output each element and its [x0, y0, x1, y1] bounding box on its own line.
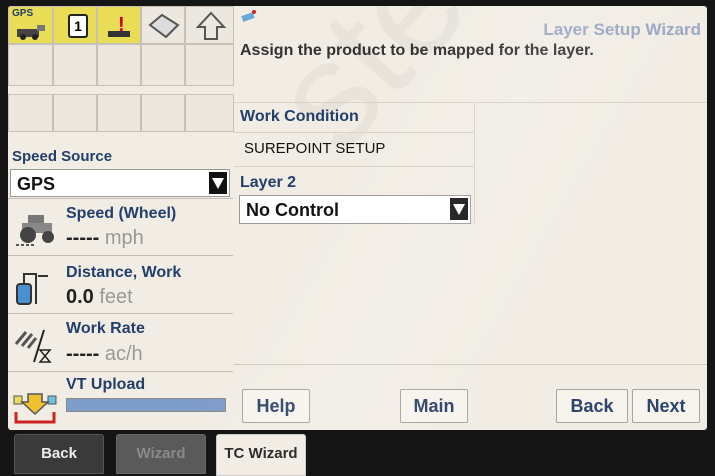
- vt-upload-progress: [66, 398, 226, 412]
- work-rate-unit: ac/h: [104, 343, 143, 365]
- section-control-status[interactable]: 1: [53, 6, 97, 44]
- speed-source-select[interactable]: GPS: [10, 169, 230, 197]
- work-condition-label: Work Condition: [240, 108, 359, 125]
- status-slot: [97, 94, 141, 132]
- status-slot: [97, 44, 141, 86]
- work-condition-header: Work Condition: [234, 103, 474, 133]
- soft-tab-tc-wizard[interactable]: TC Wizard: [216, 434, 306, 476]
- speed-value: -----: [66, 227, 100, 249]
- work-rate-title: Work Rate: [66, 320, 145, 337]
- distance-tile[interactable]: Distance, Work 0.0 feet: [8, 255, 233, 313]
- soft-tab-wizard[interactable]: Wizard: [116, 434, 206, 474]
- wizard-title: Layer Setup Wizard: [543, 20, 701, 39]
- gps-label: GPS: [12, 8, 34, 19]
- tractor-icon: [16, 215, 54, 246]
- section-count: 1: [68, 14, 88, 38]
- dropdown-arrow-icon: [209, 172, 227, 194]
- vt-upload-tile[interactable]: VT Upload: [8, 371, 233, 430]
- distance-readout: 0.0 feet: [66, 286, 133, 309]
- alarm-icon: !: [108, 14, 130, 37]
- button-bar-divider: [234, 364, 707, 365]
- layer-product-value: No Control: [246, 200, 339, 220]
- gps-satellite-icon: [17, 25, 45, 40]
- work-rate-readout: ----- ac/h: [66, 343, 143, 366]
- work-condition-value: SUREPOINT SETUP: [244, 140, 386, 157]
- vt-upload-title: VT Upload: [66, 376, 146, 393]
- layer-product-select[interactable]: No Control: [239, 195, 471, 224]
- main-button[interactable]: Main: [400, 389, 468, 423]
- layer-label: Layer 2: [240, 174, 297, 191]
- work-condition-row[interactable]: SUREPOINT SETUP: [234, 133, 474, 167]
- distance-title: Distance, Work: [66, 264, 182, 281]
- distance-unit: feet: [99, 286, 133, 308]
- work-rate-tile[interactable]: Work Rate ----- ac/h: [8, 313, 233, 371]
- work-rate-value: -----: [66, 343, 100, 365]
- distance-icon: [16, 273, 48, 305]
- status-slot: [53, 44, 97, 86]
- field-column-divider: [474, 103, 475, 223]
- status-slot: [185, 44, 234, 86]
- tag-status[interactable]: [141, 6, 185, 44]
- terminal-screen: stems GPS 1 ! Speed Source: [8, 6, 707, 430]
- speed-source-label: Speed Source: [12, 148, 113, 165]
- speed-source-value: GPS: [17, 174, 56, 194]
- gps-status[interactable]: GPS: [8, 6, 53, 44]
- tag-icon: [148, 13, 180, 39]
- help-button[interactable]: Help: [242, 389, 310, 423]
- next-button[interactable]: Next: [632, 389, 700, 423]
- upload-icon: [13, 393, 57, 424]
- status-slot: [8, 94, 53, 132]
- wizard-instruction: Assign the product to be mapped for the …: [240, 42, 594, 59]
- status-slot: [8, 44, 53, 86]
- satellite-icon: [241, 10, 256, 22]
- status-slot: [141, 94, 185, 132]
- speed-readout: ----- mph: [66, 227, 144, 250]
- back-button[interactable]: Back: [556, 389, 628, 423]
- distance-value: 0.0: [66, 286, 94, 308]
- status-slot: [53, 94, 97, 132]
- home-button[interactable]: [185, 6, 234, 44]
- speed-title: Speed (Wheel): [66, 205, 177, 222]
- status-slot: [141, 44, 185, 86]
- alarm-status[interactable]: !: [97, 6, 141, 44]
- up-arrow-icon: [196, 11, 226, 40]
- svg-text:!: !: [118, 14, 125, 36]
- speed-unit: mph: [104, 227, 144, 249]
- soft-tab-bar: [0, 430, 715, 476]
- status-slot: [185, 94, 234, 132]
- dropdown-arrow-icon: [450, 198, 468, 220]
- wizard-header: Layer Setup Wizard Assign the product to…: [234, 6, 707, 102]
- speed-tile[interactable]: Speed (Wheel) ----- mph: [8, 198, 233, 255]
- soft-tab-back[interactable]: Back: [14, 434, 104, 474]
- work-rate-icon: [14, 329, 52, 363]
